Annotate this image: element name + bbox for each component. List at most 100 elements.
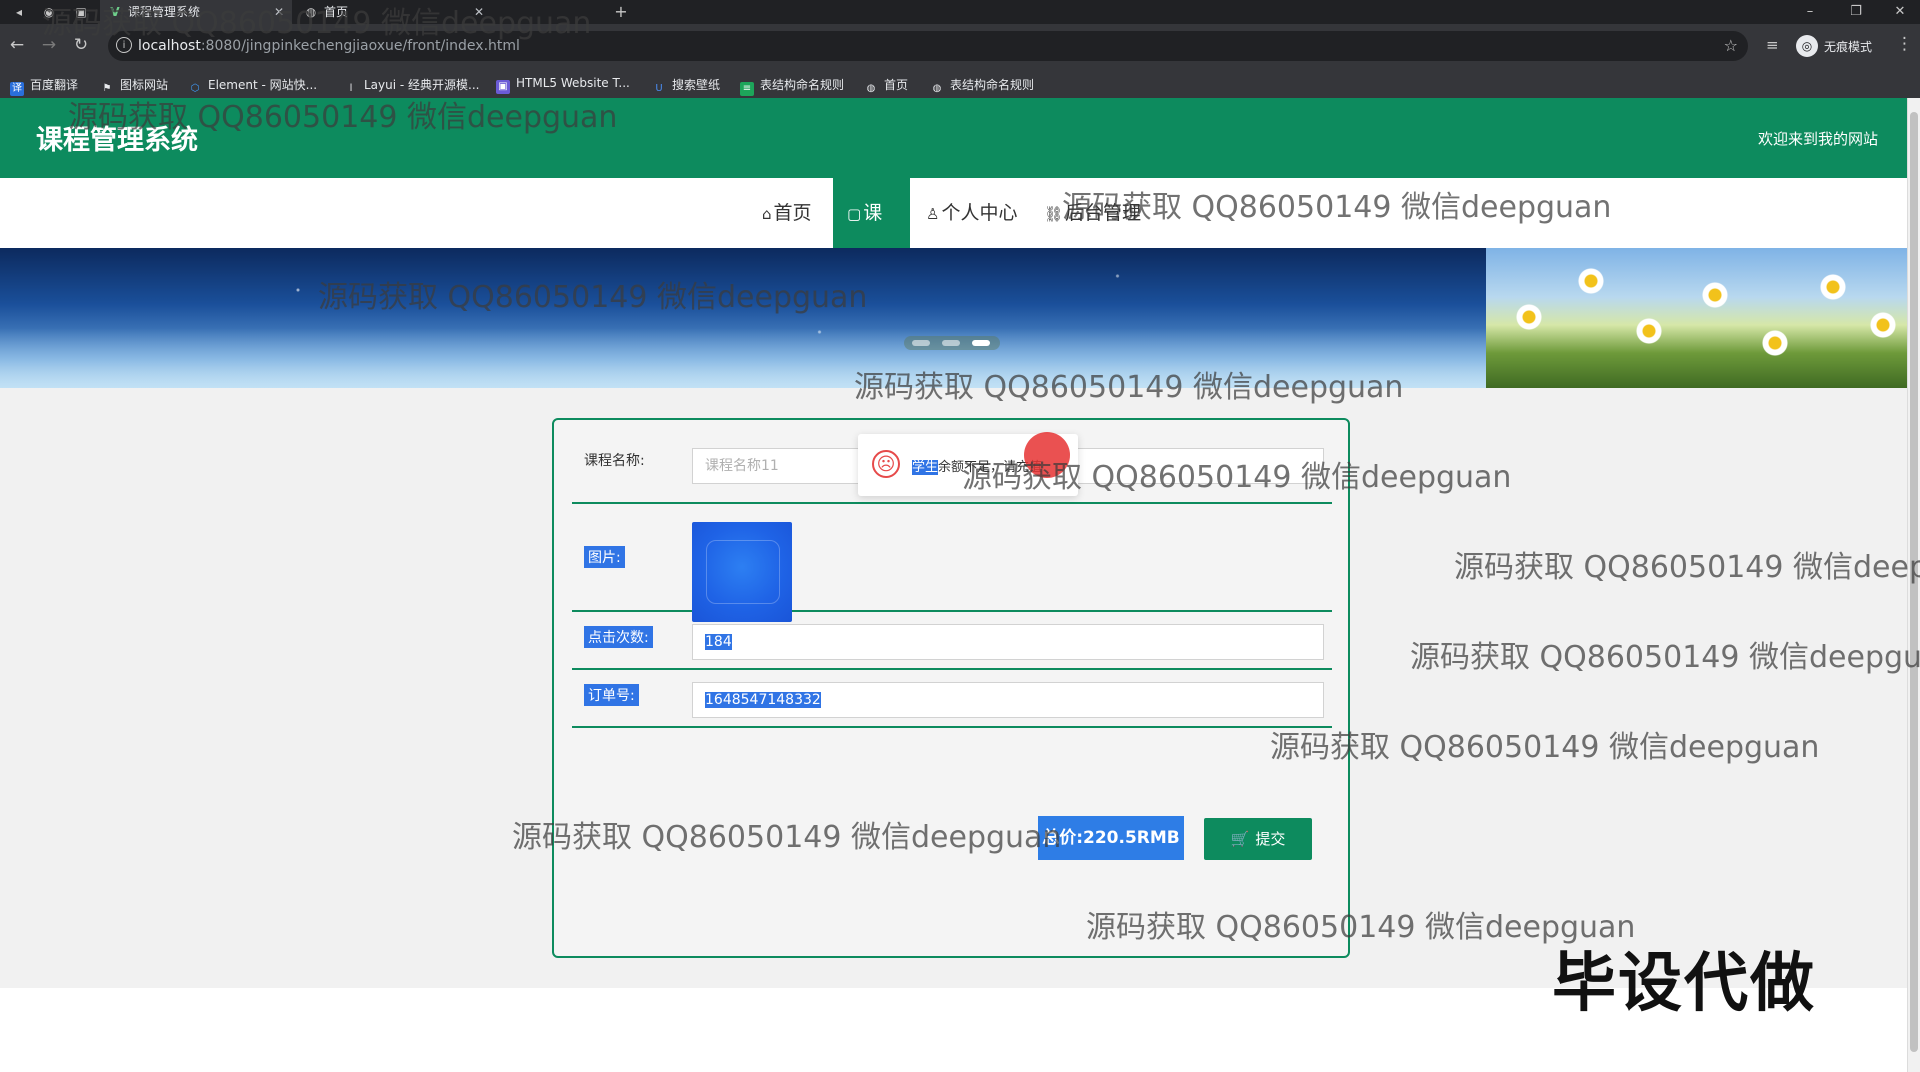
bookmark-label: 表结构命名规则 — [760, 78, 845, 92]
table-icon: ≡ — [740, 82, 754, 96]
incognito-icon[interactable]: ◎ — [1796, 35, 1818, 57]
bookmark-item[interactable]: ⚑ 图标网站 — [100, 76, 169, 96]
daisy-flower — [1702, 282, 1728, 308]
tab-title: 课程管理系统 — [128, 5, 201, 19]
order-number-input[interactable]: 1648547148332 — [692, 682, 1324, 718]
translate-icon: 译 — [10, 82, 24, 96]
welcome-text: 欢迎来到我的网站 — [1757, 130, 1878, 148]
bookmark-item[interactable]: 译百度翻译 — [10, 76, 78, 96]
toast-text: 学生余额不足，请充值 — [912, 456, 1042, 475]
bookmark-item[interactable]: ≡ 表结构命名规则 — [740, 76, 844, 96]
banner-horizon — [0, 328, 1490, 388]
address-bar[interactable]: i localhost:8080/jingpinkechengjiaoxue/f… — [108, 31, 1748, 61]
forward-icon[interactable]: → — [38, 34, 60, 56]
course-icon: ▢ — [847, 205, 862, 223]
browser-logo-icon[interactable]: ◉ — [40, 3, 58, 21]
close-icon[interactable]: ✕ — [274, 0, 284, 24]
link-icon: ⛓ — [1044, 205, 1064, 223]
nav-course[interactable]: ▢课程 — [833, 178, 910, 295]
site-header: 课程管理系统 欢迎来到我的网站 — [0, 98, 1908, 178]
bookmark-item[interactable]: ◍ 表结构命名规则 — [930, 76, 1034, 96]
order-number-row: 订单号: 1648547148332 — [572, 668, 1332, 728]
carousel-indicator — [904, 336, 1000, 350]
info-icon[interactable]: i — [116, 37, 132, 53]
browser-toolbar: ← → ↻ i localhost:8080/jingpinkechengjia… — [0, 24, 1920, 68]
window-close-icon[interactable]: ✕ — [1880, 0, 1920, 24]
vue-icon: V — [110, 5, 120, 19]
url-host: localhost — [138, 38, 201, 54]
bookmark-item[interactable]: ▣ HTML5 Website T... — [496, 76, 630, 94]
globe-icon: ◍ — [932, 83, 942, 94]
carousel-dot[interactable] — [942, 340, 960, 346]
speaker-icon[interactable]: ◂ — [10, 3, 28, 21]
main-nav: ⌂首页 ▢课程 ♙个人中心 ⛓后台管理 — [0, 178, 1908, 295]
close-icon[interactable]: ✕ — [474, 0, 484, 24]
clicks-row: 点击次数: 184 — [572, 610, 1332, 670]
site-title: 课程管理系统 — [36, 125, 198, 156]
sad-face-icon: ☹ — [872, 450, 900, 478]
tab-course-system[interactable]: V 课程管理系统 ✕ — [100, 0, 292, 24]
nav-personal-center[interactable]: ♙ 个人中心 — [912, 178, 1031, 248]
globe-icon: ◍ — [305, 5, 317, 19]
order-form: 课程名称: 课程名称11 图片: 点击次数: 184 订单号: 16485471… — [552, 418, 1350, 958]
menu-icon[interactable]: ⋮ — [1896, 34, 1913, 54]
bookmark-label: 搜索壁纸 — [672, 78, 721, 92]
carousel-dot[interactable] — [912, 340, 930, 346]
tab-search-icon[interactable]: ▣ — [72, 3, 90, 21]
carousel-dot-active[interactable] — [972, 340, 990, 346]
bookmark-item[interactable]: U 搜索壁纸 — [652, 76, 720, 96]
page-scrollbar[interactable] — [1907, 98, 1920, 1072]
bookmark-label: HTML5 Website T... — [516, 76, 630, 90]
bookmark-item[interactable]: ⬡ Element - 网站快... — [188, 76, 317, 96]
page-viewport: 课程管理系统 欢迎来到我的网站 ⌂首页 ▢课程 ♙个人中心 ⛓后台管理 课程名称… — [0, 98, 1908, 1072]
tab-home[interactable]: ◍ 首页 ✕ — [296, 0, 492, 24]
url-path: :8080/jingpinkechengjiaoxue/front/index.… — [200, 38, 520, 54]
cart-icon: 🛒 — [1230, 830, 1250, 848]
daisy-flower — [1636, 318, 1662, 344]
bookmark-item[interactable]: l Layui - 经典开源模... — [344, 76, 480, 96]
user-icon: ♙ — [926, 205, 940, 223]
incognito-label[interactable]: 无痕模式 — [1824, 38, 1872, 55]
click-indicator — [1024, 432, 1070, 478]
daisy-flower — [1870, 312, 1896, 338]
reload-icon[interactable]: ↻ — [70, 34, 92, 56]
bookmark-label: 百度翻译 — [30, 78, 79, 92]
bookmark-label: Layui - 经典开源模... — [364, 78, 480, 92]
image-label: 图片: — [584, 546, 625, 568]
daisy-flower — [1578, 268, 1604, 294]
course-image-frame — [706, 540, 780, 604]
bookmark-item[interactable]: ◍ 首页 — [864, 76, 908, 96]
order-number-value: 1648547148332 — [705, 692, 821, 708]
nav-home[interactable]: ⌂ 首页 — [748, 178, 826, 248]
daisy-flower — [1820, 274, 1846, 300]
bookmarks-bar: 译百度翻译 ⚑ 图标网站 ⬡ Element - 网站快... l Layui - 经… — [0, 68, 1920, 99]
minimize-icon[interactable]: – — [1790, 0, 1830, 24]
bookmark-label: 表结构命名规则 — [950, 78, 1035, 92]
home-icon: ⌂ — [762, 205, 772, 223]
banner-carousel[interactable] — [0, 248, 1908, 388]
daisy-flower — [1516, 304, 1542, 330]
banner-daisy-image — [1486, 248, 1908, 388]
bookmark-star-icon[interactable]: ☆ — [1724, 36, 1738, 55]
corner-watermark: 毕设代做 — [1552, 947, 1816, 1021]
new-tab-icon[interactable]: + — [612, 3, 630, 21]
daisy-flower — [1762, 330, 1788, 356]
reading-list-icon[interactable]: ≡ — [1766, 36, 1779, 54]
restore-icon[interactable]: ❐ — [1836, 0, 1876, 24]
scrollbar-thumb[interactable] — [1910, 112, 1918, 1052]
nav-admin[interactable]: ⛓ 后台管理 — [1030, 178, 1155, 248]
nav-label: 个人中心 — [941, 202, 1018, 224]
bookmark-label: 图标网站 — [120, 78, 169, 92]
clicks-label: 点击次数: — [584, 626, 653, 648]
bookmark-label: Element - 网站快... — [208, 78, 318, 92]
html5-icon: ▣ — [496, 80, 510, 94]
element-icon: ⬡ — [190, 83, 200, 94]
clicks-input[interactable]: 184 — [692, 624, 1324, 660]
back-icon[interactable]: ← — [6, 34, 28, 56]
bookmark-label: 首页 — [884, 78, 909, 92]
toast-highlight: 学生 — [912, 460, 939, 475]
flag-icon: ⚑ — [102, 83, 112, 94]
globe-icon: ◍ — [866, 83, 876, 94]
url-text[interactable]: localhost:8080/jingpinkechengjiaoxue/fro… — [138, 38, 520, 54]
submit-button[interactable]: 🛒 提交 — [1204, 818, 1312, 860]
